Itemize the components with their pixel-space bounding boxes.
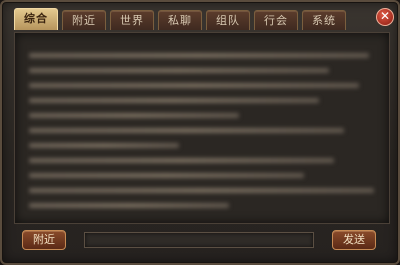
tab-general[interactable]: 综合 (14, 8, 58, 30)
chat-input[interactable] (84, 232, 314, 248)
tab-team[interactable]: 组队 (206, 10, 250, 30)
chat-log[interactable] (14, 32, 390, 224)
blurred-messages (29, 53, 379, 218)
tab-world[interactable]: 世界 (110, 10, 154, 30)
channel-select-button[interactable]: 附近 (22, 230, 66, 250)
channel-tabs: 综合 附近 世界 私聊 组队 行会 系统 (14, 8, 346, 32)
close-icon[interactable]: ✕ (376, 8, 394, 26)
input-bar: 附近 发送 (14, 228, 390, 254)
tab-nearby[interactable]: 附近 (62, 10, 106, 30)
tab-private[interactable]: 私聊 (158, 10, 202, 30)
tab-guild[interactable]: 行会 (254, 10, 298, 30)
send-button[interactable]: 发送 (332, 230, 376, 250)
tab-system[interactable]: 系统 (302, 10, 346, 30)
chat-window: 综合 附近 世界 私聊 组队 行会 系统 ✕ 附近 发送 (0, 0, 400, 265)
